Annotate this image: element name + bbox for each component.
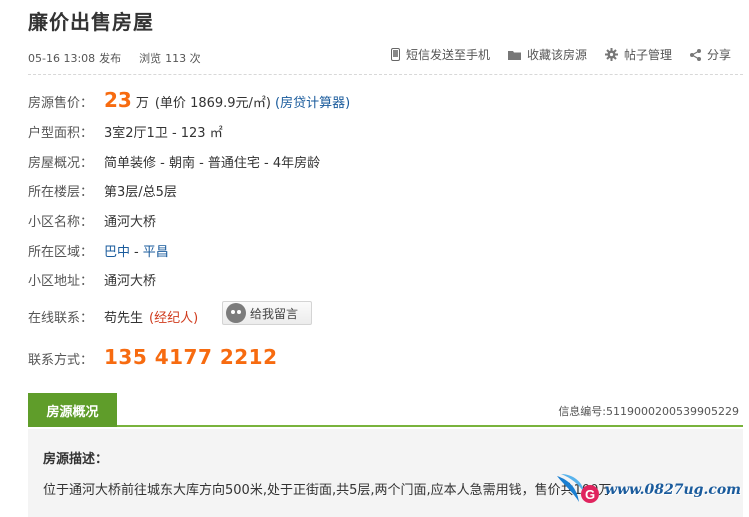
district-label: 所在区域： xyxy=(28,245,94,260)
share-icon xyxy=(689,48,701,61)
floor-row: 所在楼层： 第3层/总5层 xyxy=(28,181,177,200)
price-unit: 万 xyxy=(135,96,149,111)
description-text: 位于通河大桥前往城东大库方向500米,处于正街面,共5层,两个门面,应本人急需用… xyxy=(43,483,612,498)
overview-value: 简单装修 - 朝南 - 普通住宅 - 4年房龄 xyxy=(104,156,321,171)
type-label: 户型面积： xyxy=(28,126,94,141)
tab-property-overview[interactable]: 房源概况 xyxy=(28,393,117,427)
price-label: 房源售价： xyxy=(28,96,94,111)
mortgage-calculator-link[interactable]: (房贷计算器) xyxy=(275,92,350,111)
manage-post-label: 帖子管理 xyxy=(623,48,672,62)
svg-text:G: G xyxy=(585,487,595,502)
phone-icon xyxy=(390,48,400,61)
unit-price: (单价 1869.9元/㎡) xyxy=(154,96,272,111)
header-divider xyxy=(28,74,743,75)
page-title: 廉价出售房屋 xyxy=(28,10,154,34)
community-value: 通河大桥 xyxy=(104,215,157,230)
gear-icon xyxy=(604,48,618,61)
price-row: 房源售价： 23 万 (单价 1869.9元/㎡) (房贷计算器) xyxy=(28,88,350,112)
send-sms-label: 短信发送至手机 xyxy=(405,48,490,62)
district-city-link[interactable]: 巴中 xyxy=(104,241,130,260)
views-count: 113 次 xyxy=(165,52,201,65)
contact-role: (经纪人) xyxy=(149,311,199,326)
online-contact-label: 在线联系： xyxy=(28,311,94,326)
post-datetime: 05-16 13:08 xyxy=(28,51,96,65)
district-separator: - xyxy=(134,245,139,260)
avatar-icon xyxy=(226,303,246,323)
leave-message-label: 给我留言 xyxy=(250,306,299,321)
overview-row: 房屋概况： 简单装修 - 朝南 - 普通住宅 - 4年房龄 xyxy=(28,152,320,171)
phone-label: 联系方式： xyxy=(28,353,94,368)
post-meta: 05-16 13:08 发布 浏览 113 次 xyxy=(28,50,201,66)
address-label: 小区地址： xyxy=(28,274,94,289)
type-row: 户型面积： 3室2厅1卫 - 123 ㎡ xyxy=(28,122,223,141)
favorite-label: 收藏该房源 xyxy=(526,48,587,62)
district-row: 所在区域： 巴中 - 平昌 xyxy=(28,241,169,260)
online-contact-row: 在线联系： 苟先生 (经纪人) xyxy=(28,307,198,326)
folder-icon xyxy=(507,51,521,60)
send-sms-button[interactable]: 短信发送至手机 xyxy=(390,46,490,63)
community-label: 小区名称： xyxy=(28,215,94,230)
views-label: 浏览 xyxy=(139,52,162,65)
contact-name: 苟先生 xyxy=(104,311,144,326)
type-value: 3室2厅1卫 - 123 ㎡ xyxy=(104,126,223,141)
watermark-logo-icon: G xyxy=(555,470,601,510)
overview-label: 房屋概况： xyxy=(28,156,94,171)
leave-message-button[interactable]: 给我留言 xyxy=(222,301,312,325)
community-row: 小区名称： 通河大桥 xyxy=(28,211,156,230)
site-watermark: G www.0827ug.com xyxy=(555,470,741,510)
watermark-url: www.0827ug.com xyxy=(604,482,741,498)
info-number: 信息编号:5119000200539905229 xyxy=(558,405,739,418)
floor-value: 第3层/总5层 xyxy=(104,185,177,200)
description-title: 房源描述： xyxy=(43,452,109,467)
favorite-button[interactable]: 收藏该房源 xyxy=(507,46,587,63)
share-label: 分享 xyxy=(706,48,731,62)
phone-row: 联系方式： 135 4177 2212 xyxy=(28,345,278,369)
phone-number: 135 4177 2212 xyxy=(104,345,278,369)
address-value: 通河大桥 xyxy=(104,274,157,289)
district-county-link[interactable]: 平昌 xyxy=(143,241,169,260)
manage-post-button[interactable]: 帖子管理 xyxy=(604,46,672,63)
section-tabbar: 房源概况 信息编号:5119000200539905229 xyxy=(28,393,743,427)
share-button[interactable]: 分享 xyxy=(689,46,731,63)
post-published-label: 发布 xyxy=(99,52,122,65)
address-row: 小区地址： 通河大桥 xyxy=(28,270,156,289)
floor-label: 所在楼层： xyxy=(28,185,94,200)
price-value: 23 xyxy=(104,88,132,112)
action-bar: 短信发送至手机 收藏该房源 帖子管理 分享 xyxy=(390,46,731,63)
